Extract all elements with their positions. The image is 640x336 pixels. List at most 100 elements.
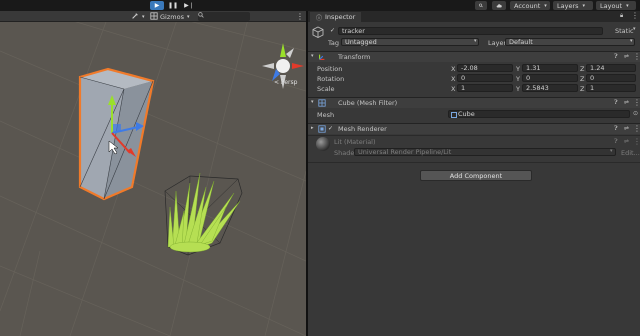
section-divider xyxy=(308,162,640,163)
chevron-down-icon: ▾ xyxy=(626,2,629,9)
scene-grid xyxy=(0,11,306,336)
axis-y-label: Y xyxy=(516,65,520,73)
selected-cube[interactable] xyxy=(78,67,155,201)
layers-label: Layers xyxy=(557,1,579,10)
axis-x-label: X xyxy=(451,65,456,73)
mesh-renderer-icon xyxy=(318,125,326,135)
more-options-icon[interactable]: ⋮ xyxy=(296,12,304,21)
layer-value: Default xyxy=(509,38,533,46)
scale-label: Scale xyxy=(317,85,335,93)
axis-z-label: Z xyxy=(580,85,585,93)
chevron-down-icon: ▾ xyxy=(186,13,190,20)
help-icon[interactable]: ❓︎ xyxy=(614,125,618,133)
preset-icon[interactable]: ⇌ xyxy=(624,138,629,145)
pause-button[interactable]: ❚❚ xyxy=(166,1,180,10)
play-button[interactable]: ▶ xyxy=(150,1,164,10)
inspector-panel: ⓘ Inspector 🔒︎ ⋮ ✓ tracker Static ▾ Tag … xyxy=(308,11,640,336)
step-button[interactable]: ▶❘ xyxy=(182,1,196,10)
cloud-icon xyxy=(496,3,502,7)
help-icon[interactable]: ❓︎ xyxy=(614,53,618,61)
chevron-down-icon: ▾ xyxy=(474,38,477,44)
more-options-icon[interactable]: ⋮ xyxy=(633,52,640,61)
chevron-down-icon[interactable]: ▾ xyxy=(311,53,314,59)
mesh-filter-icon xyxy=(318,99,326,109)
object-name-field[interactable]: tracker xyxy=(338,27,603,35)
axis-x-label: X xyxy=(451,75,456,83)
scene-search-input[interactable] xyxy=(198,12,250,21)
step-icon: ▶❘ xyxy=(184,2,194,9)
tag-value: Untagged xyxy=(345,38,377,46)
search-icon xyxy=(479,3,483,8)
scene-canvas[interactable] xyxy=(0,11,306,336)
chevron-right-icon[interactable]: ▸ xyxy=(311,125,314,131)
cloud-button[interactable] xyxy=(492,1,506,10)
more-options-icon[interactable]: ⋮ xyxy=(631,11,639,20)
help-icon[interactable]: ❓︎ xyxy=(614,138,618,146)
layout-dropdown[interactable]: Layout ▾ xyxy=(596,1,636,10)
mesh-icon xyxy=(451,112,457,118)
play-icon: ▶ xyxy=(154,2,160,9)
chevron-down-icon[interactable]: ▾ xyxy=(311,99,314,105)
chevron-down-icon[interactable]: ▾ xyxy=(142,12,145,21)
layer-dropdown[interactable]: Default xyxy=(505,38,635,46)
mesh-renderer-enabled-checkbox[interactable]: ✓ xyxy=(328,126,334,132)
transform-header[interactable]: ▾ Transform ❓︎ ⇌ ⋮ xyxy=(308,51,640,62)
grass-object[interactable] xyxy=(164,172,243,256)
position-y-field[interactable]: 1.31 xyxy=(522,64,578,72)
object-picker-icon[interactable]: ⊙ xyxy=(633,110,638,117)
mesh-object-field[interactable]: Cube xyxy=(448,110,630,118)
preset-icon[interactable]: ⇌ xyxy=(624,99,629,106)
scene-view[interactable]: < Persp ▾ Gizmos ▾ ⋮ xyxy=(0,11,306,336)
rotation-y-field[interactable]: 0 xyxy=(522,74,578,82)
mesh-renderer-header[interactable]: ▸ ✓ Mesh Renderer ❓︎ ⇌ ⋮ xyxy=(308,123,640,134)
preset-icon[interactable]: ⇌ xyxy=(624,53,629,60)
chevron-down-icon[interactable]: ▾ xyxy=(633,26,636,32)
material-name: Lit (Material) xyxy=(334,138,376,146)
transform-title: Transform xyxy=(338,53,371,61)
mesh-renderer-title: Mesh Renderer xyxy=(338,125,387,133)
axis-y-label: Y xyxy=(516,85,520,93)
more-options-icon[interactable]: ⋮ xyxy=(633,137,640,146)
axis-z-label: Z xyxy=(580,65,585,73)
edit-shader-button[interactable]: Edit... xyxy=(621,149,640,157)
layout-label: Layout xyxy=(600,1,623,10)
rotation-z-field[interactable]: 0 xyxy=(586,74,636,82)
axis-z-label: Z xyxy=(580,75,585,83)
more-options-icon[interactable]: ⋮ xyxy=(633,124,640,133)
mesh-value: Cube xyxy=(458,110,475,118)
more-options-icon[interactable]: ⋮ xyxy=(633,98,640,107)
active-checkbox[interactable]: ✓ xyxy=(330,28,336,34)
search-button[interactable] xyxy=(475,1,487,10)
shader-dropdown: Universal Render Pipeline/Lit xyxy=(354,148,616,156)
chevron-down-icon: ▾ xyxy=(610,148,613,154)
scale-y-field[interactable]: 2.5843 xyxy=(522,84,578,92)
account-dropdown[interactable]: Account ▾ xyxy=(510,1,550,10)
persp-label[interactable]: < Persp xyxy=(274,79,297,86)
static-label[interactable]: Static xyxy=(615,27,634,35)
tag-dropdown[interactable]: Untagged xyxy=(341,38,479,46)
pause-icon: ❚❚ xyxy=(167,2,179,9)
lock-icon[interactable]: 🔒︎ xyxy=(620,12,623,20)
scale-x-field[interactable]: 1 xyxy=(457,84,513,92)
position-label: Position xyxy=(317,65,343,73)
gizmos-dropdown[interactable]: Gizmos ▾ xyxy=(160,12,189,21)
scale-z-field[interactable]: 1 xyxy=(586,84,636,92)
chevron-down-icon: ▾ xyxy=(630,38,633,44)
position-z-field[interactable]: 1.24 xyxy=(586,64,636,72)
layers-dropdown[interactable]: Layers ▾ xyxy=(553,1,593,10)
mesh-label: Mesh xyxy=(317,111,335,119)
account-label: Account xyxy=(514,1,541,10)
chevron-down-icon: ▾ xyxy=(582,2,586,9)
mesh-filter-header[interactable]: ▾ Cube (Mesh Filter) ❓︎ ⇌ ⋮ xyxy=(308,97,640,108)
rotation-x-field[interactable]: 0 xyxy=(457,74,513,82)
layer-label: Layer xyxy=(488,39,507,47)
position-x-field[interactable]: -2.08 xyxy=(457,64,513,72)
rotation-label: Rotation xyxy=(317,75,345,83)
top-toolbar: ▶ ❚❚ ▶❘ Account ▾ Layers ▾ Layout ▾ xyxy=(0,0,640,11)
add-component-button[interactable]: Add Component xyxy=(420,170,532,181)
shader-value: Universal Render Pipeline/Lit xyxy=(358,148,452,156)
preset-icon[interactable]: ⇌ xyxy=(624,125,629,132)
tab-inspector[interactable]: ⓘ Inspector xyxy=(310,12,362,22)
search-icon xyxy=(198,12,204,18)
help-icon[interactable]: ❓︎ xyxy=(614,99,618,107)
